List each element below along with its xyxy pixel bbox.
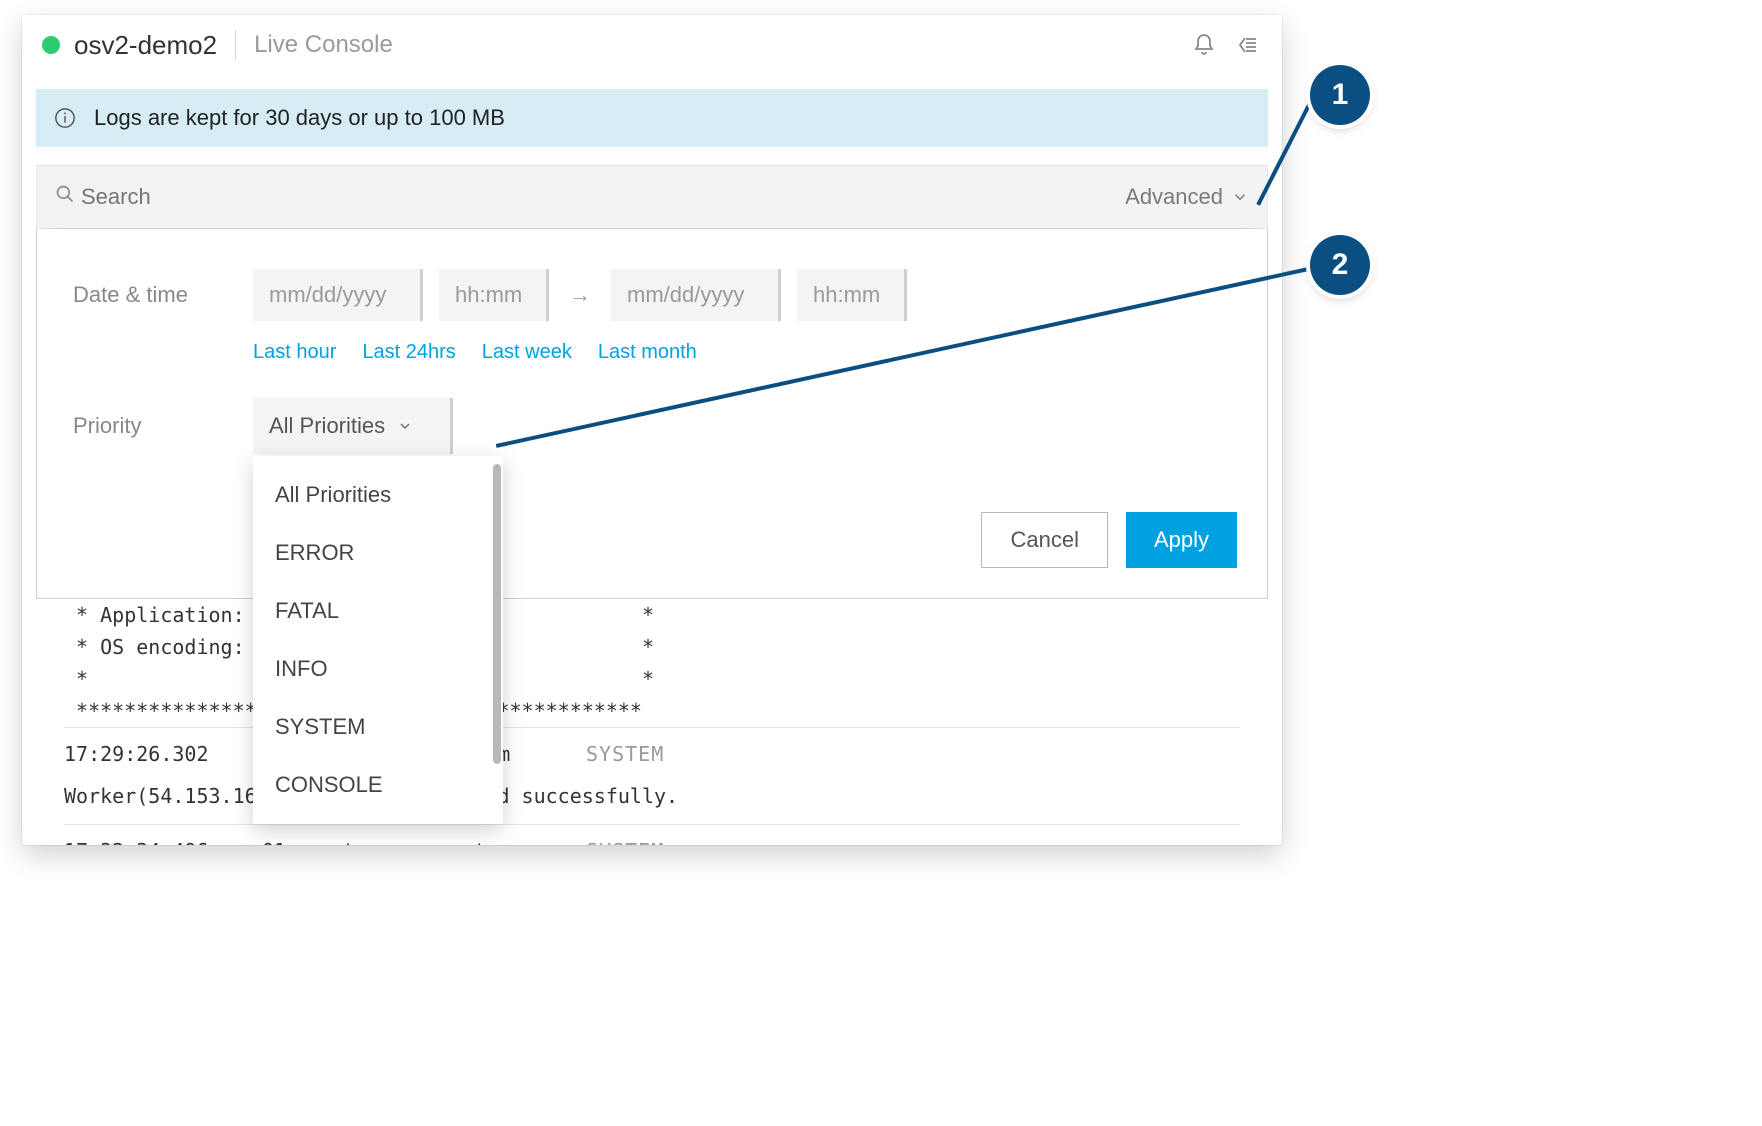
log-preamble-line: * * bbox=[64, 663, 1240, 695]
console-window: osv2-demo2 Live Console Logs are kept fo… bbox=[22, 15, 1282, 845]
log-level: SYSTEM bbox=[586, 738, 706, 770]
date-to-input[interactable]: mm/dd/yyyy bbox=[611, 269, 781, 321]
priority-label: Priority bbox=[73, 413, 253, 439]
log-output: * Application: osv2- * * OS encoding: UT… bbox=[36, 599, 1268, 845]
callout-badge-1: 1 bbox=[1310, 65, 1370, 125]
quick-link-last-24hrs[interactable]: Last 24hrs bbox=[362, 341, 455, 364]
time-from-input[interactable]: hh:mm bbox=[439, 269, 549, 321]
quick-link-last-week[interactable]: Last week bbox=[482, 341, 572, 364]
priority-option[interactable]: All Priorities bbox=[253, 466, 503, 524]
time-to-input[interactable]: hh:mm bbox=[797, 269, 907, 321]
chevron-down-icon bbox=[1231, 188, 1249, 206]
log-mid: nt bbox=[330, 835, 410, 845]
header-subtitle: Live Console bbox=[254, 31, 393, 59]
priority-option[interactable]: INFO bbox=[253, 640, 503, 698]
search-input[interactable] bbox=[81, 184, 481, 210]
arrow-right-icon: → bbox=[565, 282, 595, 308]
cancel-button[interactable]: Cancel bbox=[981, 512, 1107, 568]
log-row: 17:29:26.302 01 t system SYSTEM bbox=[64, 727, 1240, 780]
search-icon bbox=[55, 184, 81, 210]
log-preamble-line: * Application: osv2- * bbox=[64, 599, 1240, 631]
status-indicator-icon bbox=[42, 36, 60, 54]
advanced-label: Advanced bbox=[1125, 184, 1223, 210]
priority-dropdown: All Priorities ERROR FATAL INFO SYSTEM C… bbox=[253, 456, 503, 824]
quick-link-last-hour[interactable]: Last hour bbox=[253, 341, 336, 364]
log-time: 17:29:26.302 bbox=[64, 738, 234, 770]
quick-date-links: Last hour Last 24hrs Last week Last mont… bbox=[73, 341, 1231, 364]
chevron-down-icon bbox=[397, 418, 413, 434]
advanced-toggle[interactable]: Advanced bbox=[1125, 184, 1249, 210]
priority-option[interactable]: FATAL bbox=[253, 582, 503, 640]
filter-actions: Cancel Apply bbox=[981, 512, 1237, 568]
log-subline: Worker(54.153.16.16) started successfull… bbox=[64, 780, 1240, 824]
log-preamble-line: * OS encoding: UTF-8 * bbox=[64, 631, 1240, 663]
log-id: 01 bbox=[262, 835, 302, 845]
priority-select[interactable]: All Priorities All Priorities ERROR FATA… bbox=[253, 398, 453, 454]
apply-button[interactable]: Apply bbox=[1126, 512, 1237, 568]
date-time-label: Date & time bbox=[73, 282, 253, 308]
quick-link-last-month[interactable]: Last month bbox=[598, 341, 697, 364]
header-divider bbox=[235, 30, 236, 60]
info-banner-text: Logs are kept for 30 days or up to 100 M… bbox=[94, 105, 505, 131]
log-sys: system bbox=[438, 835, 558, 845]
priority-row: Priority All Priorities All Priorities E… bbox=[73, 398, 1231, 454]
info-icon bbox=[54, 107, 76, 129]
priority-option[interactable]: CONSOLE bbox=[253, 756, 503, 814]
app-title: osv2-demo2 bbox=[74, 30, 217, 61]
log-row: 17:32:34.496 01 nt system SYSTEM bbox=[64, 824, 1240, 845]
priority-selected-value: All Priorities bbox=[269, 413, 385, 439]
callout-badge-2: 2 bbox=[1310, 235, 1370, 295]
sidebar-collapse-icon[interactable] bbox=[1234, 31, 1262, 59]
log-time: 17:32:34.496 bbox=[64, 835, 234, 845]
header-bar: osv2-demo2 Live Console bbox=[22, 15, 1282, 75]
log-level: SYSTEM bbox=[586, 835, 706, 845]
info-banner: Logs are kept for 30 days or up to 100 M… bbox=[36, 89, 1268, 147]
search-bar: Advanced bbox=[36, 165, 1268, 229]
date-from-input[interactable]: mm/dd/yyyy bbox=[253, 269, 423, 321]
dropdown-scrollbar[interactable] bbox=[493, 464, 501, 764]
date-time-row: Date & time mm/dd/yyyy hh:mm → mm/dd/yyy… bbox=[73, 269, 1231, 321]
bell-icon[interactable] bbox=[1190, 31, 1218, 59]
log-preamble-line: ********************** *****************… bbox=[64, 695, 1240, 727]
priority-option[interactable]: ERROR bbox=[253, 524, 503, 582]
priority-option[interactable]: SYSTEM bbox=[253, 698, 503, 756]
